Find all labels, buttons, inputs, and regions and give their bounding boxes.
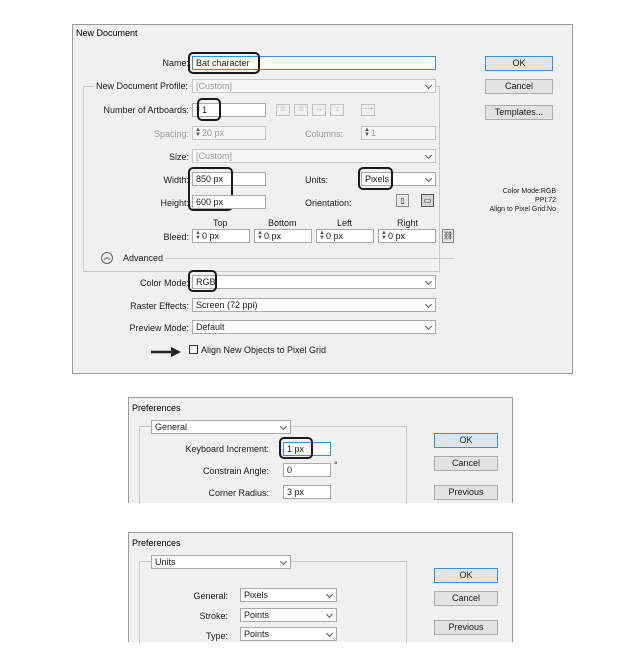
spacing-input[interactable]: 20 px <box>192 126 266 140</box>
columns-input[interactable]: 1 <box>361 126 436 140</box>
new-document-dialog: New Document Name: Bat character New Doc… <box>72 24 573 374</box>
spacing-label: Spacing: <box>153 129 189 139</box>
constrain-angle-label: Constrain Angle: <box>202 466 269 476</box>
prefs-section-select[interactable]: General <box>151 420 291 434</box>
bleed-right-header: Right <box>397 218 419 228</box>
raster-effects-label: Raster Effects: <box>130 301 189 311</box>
arrow-pointer-icon <box>151 347 181 357</box>
spacing-stepper-icon[interactable] <box>195 128 200 139</box>
units-type-select[interactable]: Points <box>240 627 337 641</box>
arrange-by-row-icon[interactable]: → <box>312 104 326 116</box>
align-pixel-grid-label: Align New Objects to Pixel Grid <box>201 345 327 355</box>
bleed-left-stepper-icon[interactable] <box>319 231 324 242</box>
prefs-units-section-select[interactable]: Units <box>151 555 291 569</box>
preferences-units-dialog: Preferences Units General: Pixels Stroke… <box>128 532 513 643</box>
advanced-toggle-icon[interactable]: ︽ <box>101 252 113 264</box>
units-highlight <box>358 167 393 190</box>
profile-select[interactable]: [Custom] <box>192 79 436 93</box>
color-mode-highlight <box>188 270 217 292</box>
columns-stepper-icon[interactable] <box>364 128 369 139</box>
width-label: Width: <box>163 175 189 185</box>
prefs-units-title: Preferences <box>132 538 181 548</box>
ok-button[interactable]: OK <box>485 56 553 71</box>
artboards-highlight <box>197 98 221 121</box>
cancel-button[interactable]: Cancel <box>485 79 553 94</box>
color-mode-select[interactable]: RGB <box>192 275 436 289</box>
units-general-label: General: <box>193 591 228 601</box>
name-highlight <box>188 52 260 74</box>
info-ppi: PPI:72 <box>534 197 556 204</box>
align-pixel-grid-checkbox[interactable] <box>189 345 198 354</box>
units-stroke-select[interactable]: Points <box>240 608 337 622</box>
columns-label: Columns: <box>305 129 344 139</box>
grid-by-row-icon[interactable]: ⁞⁞ <box>276 104 290 116</box>
height-input[interactable]: 600 px <box>192 195 266 209</box>
bleed-left-input[interactable]: 0 px <box>316 229 374 243</box>
profile-label: New Document Profile: <box>94 81 191 91</box>
arrange-by-column-icon[interactable]: ↓ <box>330 104 344 116</box>
bleed-label: Bleed: <box>163 232 189 242</box>
bleed-bottom-input[interactable]: 0 px <box>254 229 312 243</box>
document-info: Color Mode:RGB PPI:72 Align to Pixel Gri… <box>463 187 556 214</box>
height-label: Height: <box>160 198 189 208</box>
prefs-units-previous-button[interactable]: Previous <box>434 620 498 635</box>
bleed-bottom-stepper-icon[interactable] <box>257 231 262 242</box>
info-color-mode: Color Mode:RGB <box>502 188 556 195</box>
preview-mode-select[interactable]: Default <box>192 320 436 334</box>
prefs-units-cancel-button[interactable]: Cancel <box>434 591 498 606</box>
constrain-angle-input[interactable]: 0 <box>283 463 331 477</box>
degree-symbol: ° <box>334 460 338 470</box>
size-label: Size: <box>168 152 189 162</box>
bleed-right-stepper-icon[interactable] <box>381 231 386 242</box>
keyboard-increment-highlight <box>279 437 313 459</box>
size-select[interactable]: [Custom] <box>192 149 436 163</box>
name-label: Name: <box>162 58 189 68</box>
bleed-top-input[interactable]: 0 px <box>192 229 250 243</box>
dialog-title: New Document <box>76 28 138 38</box>
portrait-icon[interactable]: ▯ <box>396 194 409 207</box>
artboards-label: Number of Artboards: <box>103 105 189 115</box>
units-stroke-label: Stroke: <box>199 611 228 621</box>
layout-direction-icon[interactable]: ⟶ <box>361 104 375 116</box>
grid-by-column-icon[interactable]: ⁞⁞ <box>294 104 308 116</box>
orientation-label: Orientation: <box>305 198 352 208</box>
templates-button[interactable]: Templates... <box>485 105 553 120</box>
prefs-general-title: Preferences <box>132 403 181 413</box>
advanced-divider <box>165 258 453 259</box>
color-mode-label: Color Mode: <box>139 278 189 288</box>
landscape-icon[interactable]: ▭ <box>421 194 434 207</box>
preferences-general-dialog: Preferences General Keyboard Increment: … <box>128 397 513 504</box>
corner-radius-input[interactable]: 3 px <box>283 485 331 499</box>
prefs-general-ok-button[interactable]: OK <box>434 433 498 448</box>
prefs-units-ok-button[interactable]: OK <box>434 568 498 583</box>
bleed-bottom-header: Bottom <box>268 218 297 228</box>
units-label: Units: <box>305 175 329 185</box>
prefs-general-cancel-button[interactable]: Cancel <box>434 456 498 471</box>
units-type-label: Type: <box>205 631 228 641</box>
preview-mode-label: Preview Mode: <box>129 323 189 333</box>
bleed-top-stepper-icon[interactable] <box>195 231 200 242</box>
bleed-top-header: Top <box>213 218 228 228</box>
prefs-general-previous-button[interactable]: Previous <box>434 485 498 500</box>
advanced-label: Advanced <box>123 253 164 263</box>
link-bleed-icon[interactable]: ⛓ <box>442 229 454 243</box>
units-general-select[interactable]: Pixels <box>240 588 337 602</box>
raster-effects-select[interactable]: Screen (72 ppi) <box>192 298 436 312</box>
bleed-left-header: Left <box>337 218 353 228</box>
info-align: Align to Pixel Grid:No <box>489 206 556 213</box>
corner-radius-label: Corner Radius: <box>208 488 269 498</box>
bleed-right-input[interactable]: 0 px <box>378 229 436 243</box>
keyboard-increment-label: Keyboard Increment: <box>185 444 269 454</box>
